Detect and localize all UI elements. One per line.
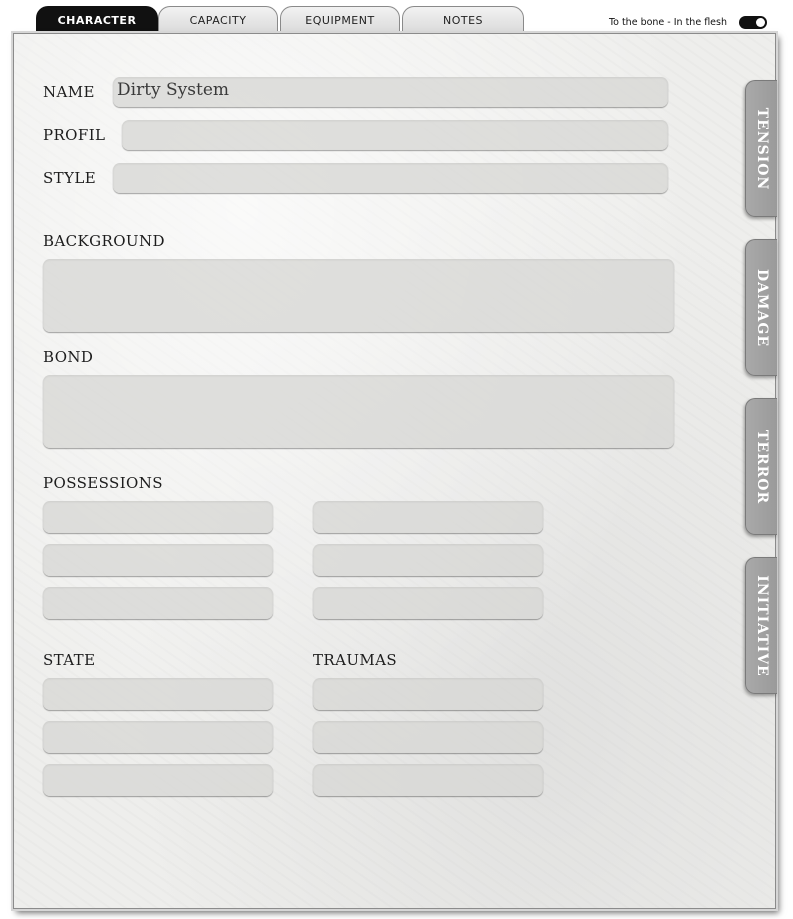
side-tab-initiative[interactable]: INITIATIVE bbox=[745, 557, 777, 694]
profil-label: PROFIL bbox=[43, 126, 106, 144]
side-tab-tension-label: TENSION bbox=[753, 107, 770, 190]
bond-label: BOND bbox=[43, 348, 94, 366]
name-value: Dirty System bbox=[117, 80, 230, 100]
name-label: NAME bbox=[43, 83, 95, 101]
tab-notes[interactable]: NOTES bbox=[402, 6, 524, 34]
mode-toggle-label: To the bone - In the flesh bbox=[608, 17, 727, 28]
traumas-label: TRAUMAS bbox=[313, 651, 398, 669]
side-tab-damage-label: DAMAGE bbox=[753, 268, 770, 347]
possessions-label: POSSESSIONS bbox=[43, 474, 163, 492]
trauma-field-2[interactable] bbox=[313, 721, 543, 753]
possession-field-2[interactable] bbox=[313, 501, 543, 533]
side-tab-initiative-label: INITIATIVE bbox=[753, 574, 770, 677]
profil-field[interactable] bbox=[122, 120, 668, 150]
tab-equipment[interactable]: EQUIPMENT bbox=[280, 6, 400, 34]
character-sheet: NAME Dirty System PROFIL STYLE BACKGROUN… bbox=[13, 33, 776, 909]
side-tab-damage[interactable]: DAMAGE bbox=[745, 239, 777, 376]
possession-field-5[interactable] bbox=[43, 587, 273, 619]
state-field-3[interactable] bbox=[43, 764, 273, 796]
possession-field-6[interactable] bbox=[313, 587, 543, 619]
possession-field-4[interactable] bbox=[313, 544, 543, 576]
possession-field-1[interactable] bbox=[43, 501, 273, 533]
background-label: BACKGROUND bbox=[43, 232, 165, 250]
state-field-2[interactable] bbox=[43, 721, 273, 753]
mode-toggle-switch[interactable] bbox=[739, 16, 767, 29]
mode-toggle-group: To the bone - In the flesh bbox=[609, 16, 767, 29]
side-tab-terror-label: TERROR bbox=[753, 429, 770, 504]
name-field[interactable]: Dirty System bbox=[113, 77, 668, 107]
style-label: STYLE bbox=[43, 169, 97, 187]
toggle-knob bbox=[756, 18, 765, 27]
possession-field-3[interactable] bbox=[43, 544, 273, 576]
state-field-1[interactable] bbox=[43, 678, 273, 710]
trauma-field-3[interactable] bbox=[313, 764, 543, 796]
side-tab-terror[interactable]: TERROR bbox=[745, 398, 777, 535]
background-textarea[interactable] bbox=[43, 259, 674, 332]
side-tab-tension[interactable]: TENSION bbox=[745, 80, 777, 217]
tab-capacity[interactable]: CAPACITY bbox=[158, 6, 278, 34]
tab-character[interactable]: CHARACTER bbox=[36, 6, 158, 34]
style-field[interactable] bbox=[113, 163, 668, 193]
trauma-field-1[interactable] bbox=[313, 678, 543, 710]
bond-textarea[interactable] bbox=[43, 375, 674, 448]
state-label: STATE bbox=[43, 651, 96, 669]
